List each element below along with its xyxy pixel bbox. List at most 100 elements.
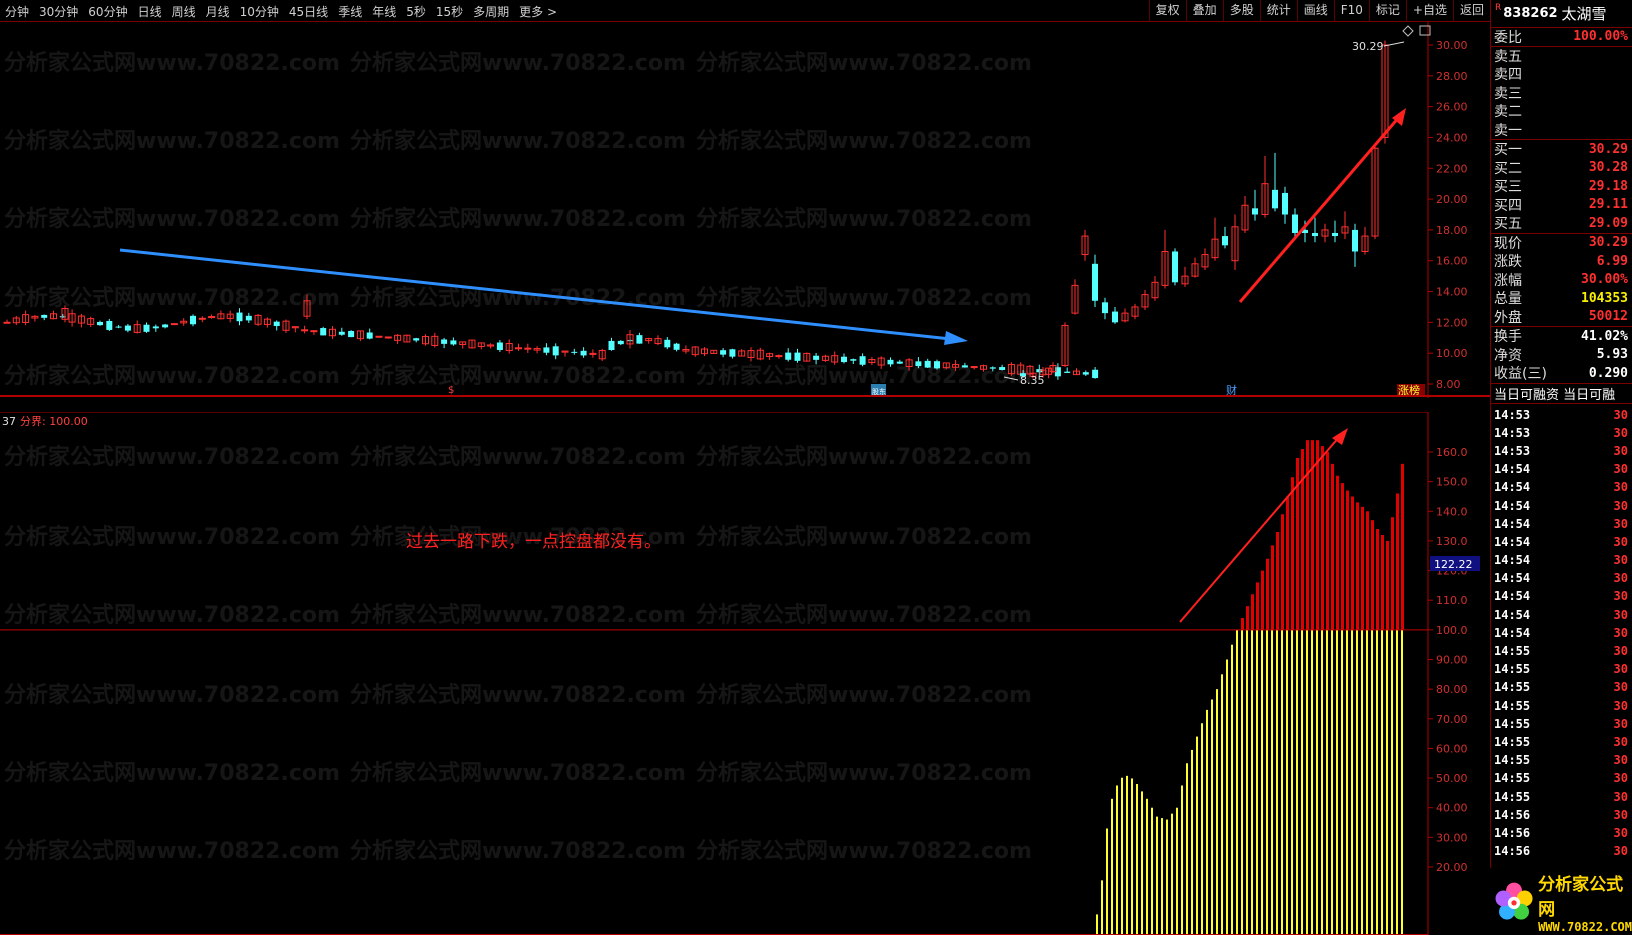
- trade-ticks[interactable]: 14:53 30 14:53 30 14:53 30 14:54 30 14:54 30 14:54…: [1491, 404, 1632, 861]
- chart-tools: 复权 叠加 多股 统计 画线 F10 标记 +自选 返回: [1148, 0, 1490, 22]
- event-marker-limit-up[interactable]: 涨榜: [1398, 383, 1420, 397]
- indicator-bar-high: [1306, 440, 1309, 630]
- indicator-bar-low: [1306, 629, 1308, 934]
- indicator-bar-low: [1381, 629, 1383, 934]
- buy-order-row: 买五 29.09: [1494, 215, 1628, 233]
- indicator-bar-low: [1201, 723, 1203, 934]
- current-value-text: 122.22: [1434, 558, 1473, 571]
- candle-body: [115, 326, 122, 328]
- corner-icons: [1402, 25, 1431, 37]
- indicator-bar-low: [1181, 785, 1183, 934]
- indicator-bar-high: [1326, 452, 1329, 630]
- indicator-bar-high: [1381, 535, 1384, 630]
- downtrend-arrowhead: [944, 331, 968, 345]
- indicator-bar-high: [1271, 545, 1274, 630]
- indicator-bar-high: [1356, 502, 1359, 630]
- stock-header[interactable]: R 838262 太湖雪: [1491, 0, 1632, 28]
- period-tab[interactable]: 年线: [367, 3, 401, 20]
- event-marker-finance[interactable]: 财: [1226, 383, 1237, 397]
- candle-body: [970, 366, 978, 369]
- candle-body: [524, 347, 532, 350]
- period-tab[interactable]: 15秒: [431, 3, 468, 20]
- period-tab[interactable]: 周线: [167, 3, 201, 20]
- trade-row: 14:54 30: [1494, 534, 1628, 549]
- r-badge: R: [1495, 3, 1502, 13]
- indicator-bar-low: [1251, 629, 1253, 934]
- tool-button[interactable]: +自选: [1405, 0, 1453, 22]
- candle-body: [850, 359, 857, 361]
- candle-body: [41, 314, 48, 318]
- control-indicator-chart[interactable]: 分析家公式网www.70822.com 分析家公式网www.70822.com 分析…: [0, 412, 1490, 935]
- tool-button[interactable]: 多股: [1222, 0, 1260, 22]
- indicator-bar-low: [1281, 629, 1283, 934]
- indicator-bar-low: [1096, 914, 1098, 934]
- period-tab[interactable]: 季线: [333, 3, 367, 20]
- watermark-text: 分析家公式网www.70822.com: [4, 206, 340, 232]
- indicator-bar-low: [1191, 749, 1193, 934]
- period-tab[interactable]: 月线: [201, 3, 235, 20]
- watermark-text: 分析家公式网www.70822.com: [4, 524, 340, 550]
- period-tab[interactable]: 5秒: [401, 3, 431, 20]
- stat-row: 总量 104353: [1494, 290, 1628, 308]
- watermark-text: 分析家公式网www.70822.com: [696, 760, 1032, 786]
- indicator-bar-low: [1386, 629, 1388, 934]
- ind-tick-label: 150.0: [1436, 476, 1468, 489]
- tool-button[interactable]: 复权: [1148, 0, 1186, 22]
- trade-row: 14:54 30: [1494, 571, 1628, 586]
- period-tab[interactable]: 多周期: [468, 3, 514, 20]
- candle-body: [348, 330, 355, 338]
- indicator-bar-low: [1371, 629, 1373, 934]
- candle-body: [841, 356, 847, 363]
- candle-body: [320, 328, 327, 336]
- candle-body: [162, 324, 169, 328]
- candlestick-chart[interactable]: 分析家公式网www.70822.com 分析家公式网www.70822.com 分析…: [0, 22, 1490, 398]
- candle-body: [543, 347, 550, 353]
- trade-row: 14:55 30: [1494, 716, 1628, 731]
- candle-body: [1064, 371, 1071, 373]
- event-marker-dividend[interactable]: $: [448, 385, 454, 396]
- watermark-text: 分析家公式网www.70822.com: [350, 285, 686, 311]
- tool-button[interactable]: F10: [1333, 0, 1369, 22]
- indicator-bar-high: [1246, 606, 1249, 630]
- trade-row: 14:54 30: [1494, 516, 1628, 531]
- candle-body: [1252, 208, 1258, 215]
- period-tab[interactable]: 45日线: [284, 3, 333, 20]
- period-tab[interactable]: 分钟: [0, 3, 34, 20]
- tool-button[interactable]: 返回: [1452, 0, 1490, 22]
- quote-panel: R 838262 太湖雪 委比 100.00% 卖五 卖四 卖三 卖二 卖一 买一 30.…: [1490, 0, 1632, 935]
- buy-order-row: 买一 30.29: [1494, 141, 1628, 159]
- candle-body: [989, 367, 996, 369]
- indicator-bar-high: [1291, 477, 1294, 630]
- indicator-bar-low: [1256, 629, 1258, 934]
- period-tab[interactable]: 60分钟: [83, 3, 132, 20]
- tool-button[interactable]: 统计: [1259, 0, 1297, 22]
- watermark-text: 分析家公式网www.70822.com: [696, 682, 1032, 708]
- indicator-bar-high: [1281, 514, 1284, 630]
- weibi-row: 委比 100.00%: [1491, 28, 1632, 47]
- trade-row: 14:55 30: [1494, 680, 1628, 695]
- price-tick-label: 18.00: [1436, 224, 1468, 237]
- watermark-text: 分析家公式网www.70822.com: [696, 524, 1032, 550]
- watermark-text: 分析家公式网www.70822.com: [4, 682, 340, 708]
- stat-row: 净资 5.93: [1494, 347, 1628, 364]
- price-tick-label: 28.00: [1436, 70, 1468, 83]
- tool-button[interactable]: 标记: [1368, 0, 1406, 22]
- watermark-text: 分析家公式网www.70822.com: [4, 363, 340, 389]
- watermark-text: 分析家公式网www.70822.com: [350, 602, 686, 628]
- period-tab[interactable]: 10分钟: [235, 3, 284, 20]
- candle-body: [1092, 263, 1098, 301]
- indicator-bar-low: [1321, 629, 1323, 934]
- period-tab[interactable]: 30分钟: [34, 3, 83, 20]
- indicator-bar-low: [1356, 629, 1358, 934]
- tool-button[interactable]: 叠加: [1185, 0, 1223, 22]
- watermark-text: 分析家公式网www.70822.com: [4, 760, 340, 786]
- period-tab[interactable]: 更多 >: [514, 3, 562, 20]
- indicator-bar-low: [1106, 828, 1108, 934]
- tool-button[interactable]: 画线: [1296, 0, 1334, 22]
- event-marker-shareholder[interactable]: 股东: [872, 387, 886, 396]
- period-tab[interactable]: 日线: [133, 3, 167, 20]
- candle-body: [338, 331, 345, 335]
- price-stats: 现价 30.29 涨跌 6.99 涨幅 30.00% 总量 104353 外盘 50012: [1491, 234, 1632, 327]
- indicator-bar-low: [1156, 816, 1158, 934]
- stat-row: 收益(三) 0.290: [1494, 365, 1628, 383]
